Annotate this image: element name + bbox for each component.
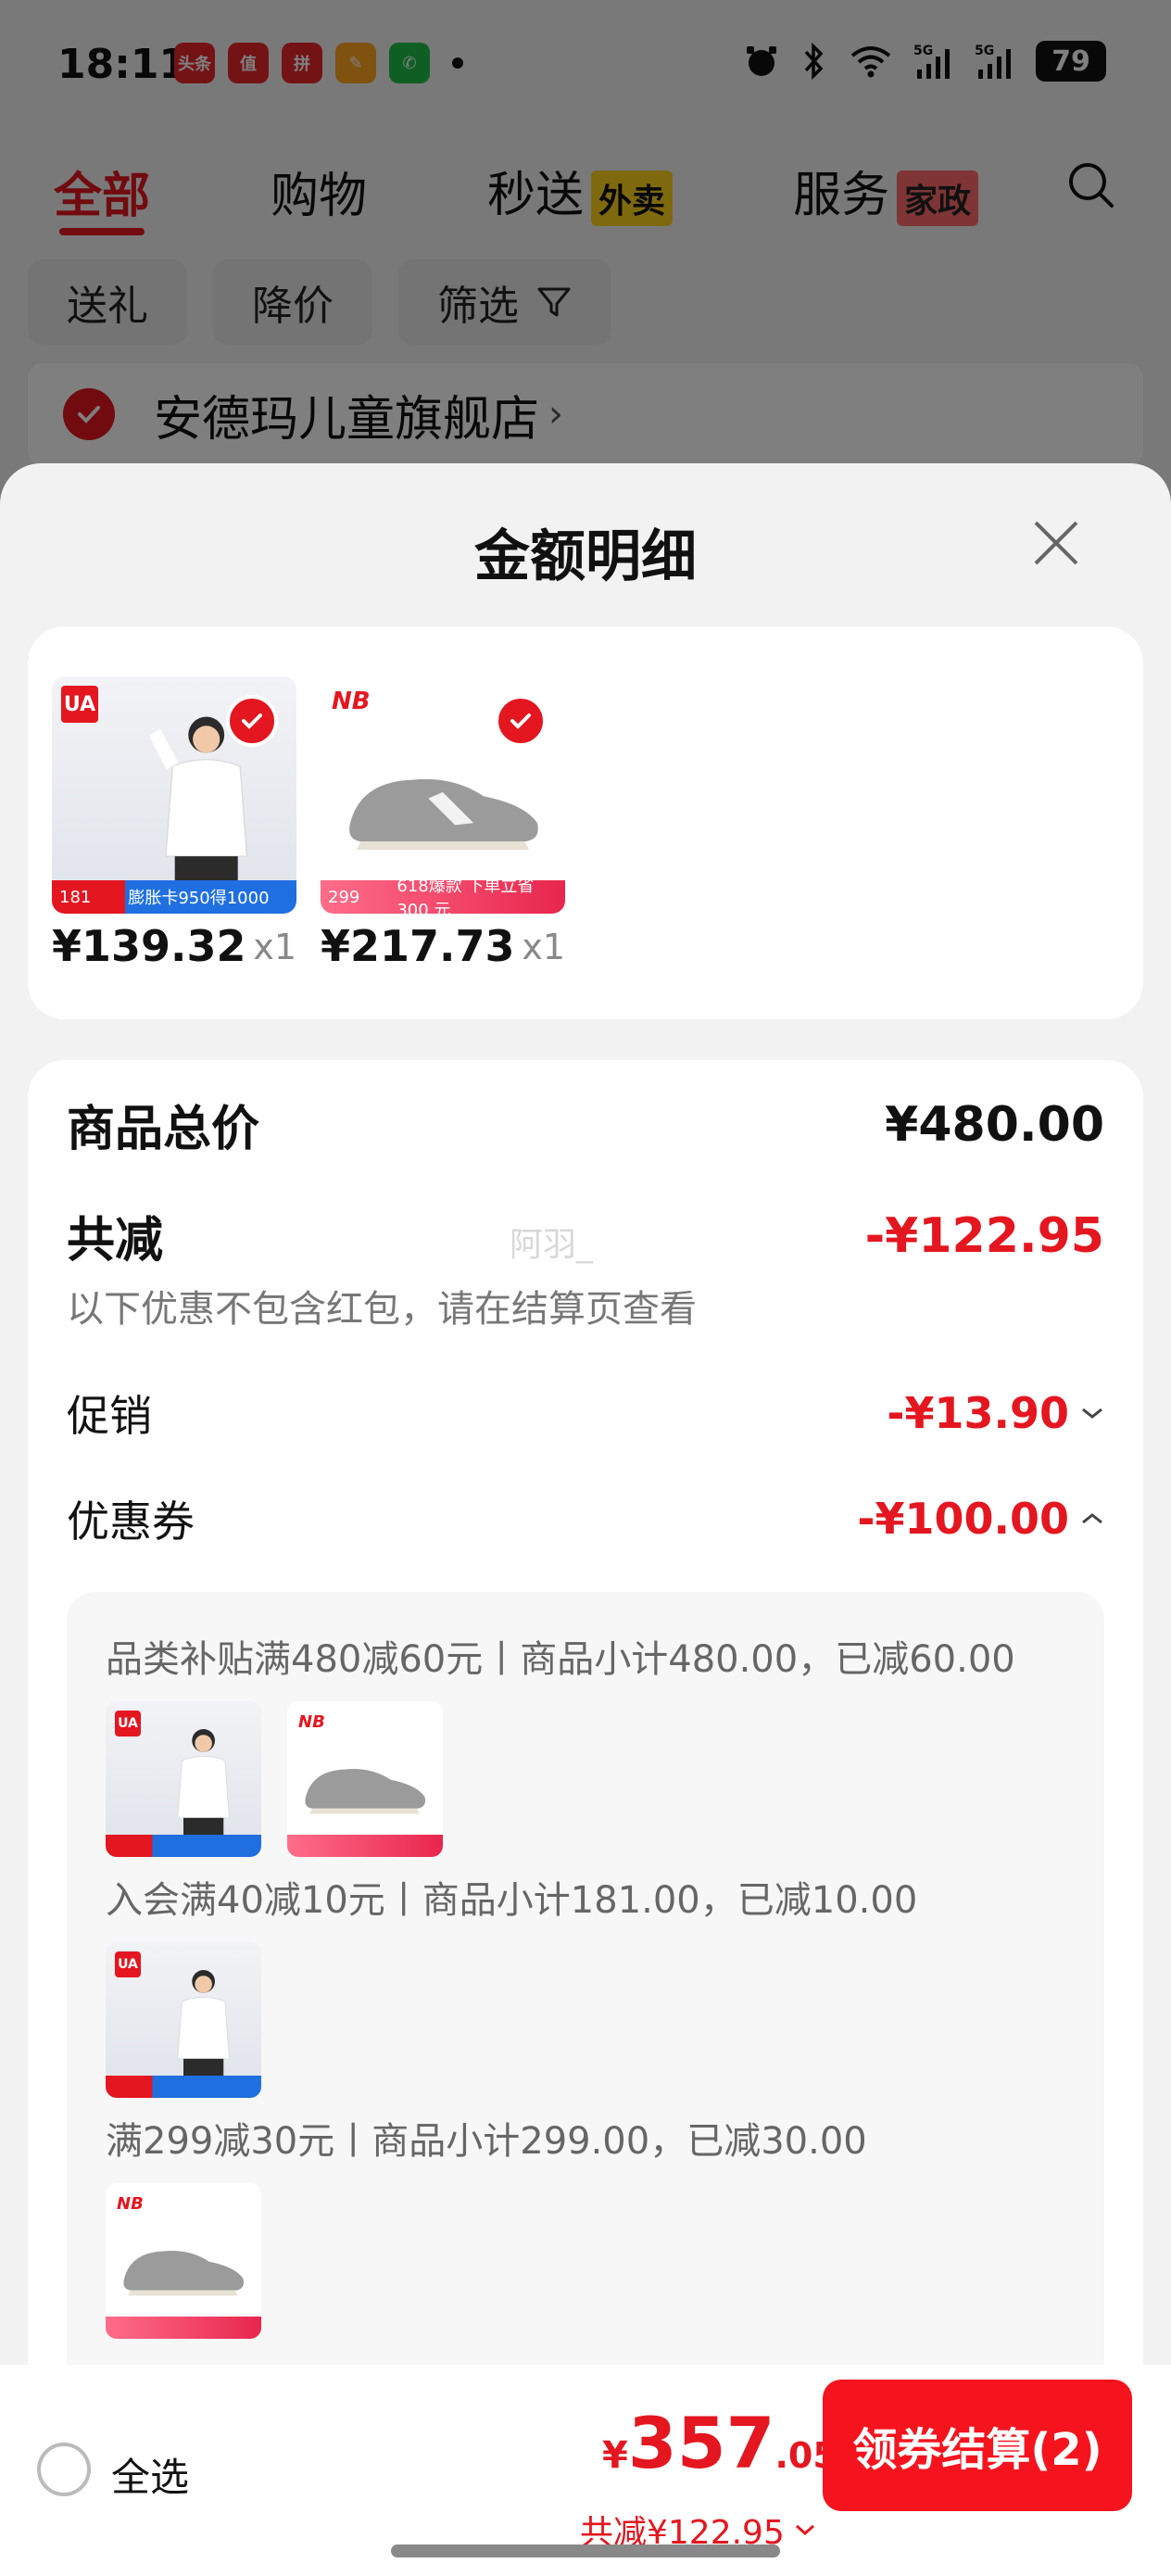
total-yen: ¥ [602, 2434, 628, 2477]
promo-value-wrap: -¥13.90 [887, 1388, 1104, 1438]
coupon-thumb-ua: UA [106, 1701, 261, 1857]
total-price-row: 商品总价 ¥480.00 [67, 1090, 1104, 1159]
reduce-value: -¥122.95 [864, 1207, 1104, 1264]
ua-promo-strip: 181 膨胀卡950得1000 [52, 880, 296, 914]
ua-strip-price: 181 [59, 887, 92, 907]
promo-row[interactable]: 促销 -¥13.90 [67, 1383, 1104, 1444]
product-check-icon[interactable] [495, 695, 547, 747]
chevron-up-icon [1082, 1513, 1102, 1524]
ua-logo-icon: UA [61, 686, 98, 723]
promo-label: 促销 [67, 1391, 152, 1441]
sneaker-illustration [349, 778, 538, 850]
nb-strip-promo: 618爆款 下单立省 300 元 [397, 877, 535, 914]
coupon-thumb-nb: NB [106, 2183, 261, 2339]
coupon-thumb-nb: NB [287, 1701, 443, 1857]
chevron-down-icon [1082, 1408, 1102, 1419]
close-icon[interactable] [1028, 515, 1084, 571]
coupon-thumb-ua: UA [106, 1942, 261, 2098]
coupon-row[interactable]: 优惠券 -¥100.00 [67, 1488, 1104, 1549]
coupon-value-wrap: -¥100.00 [857, 1494, 1104, 1544]
reduce-label: 共减 [67, 1213, 164, 1269]
checkout-button[interactable]: 领券结算(2) [823, 2380, 1132, 2511]
product-qty: x1 [522, 927, 565, 967]
nb-logo-icon: NB [117, 2194, 144, 2214]
product-item-ua[interactable]: UA 181 膨胀卡950得1000 ¥139.32 x1 [52, 676, 296, 971]
promo-value: -¥13.90 [887, 1388, 1069, 1438]
total-price-label: 商品总价 [67, 1102, 260, 1157]
coupon-detail-line: 入会满40减10元丨商品小计181.00，已减10.00 [106, 1879, 918, 1922]
total-int: 357 [627, 2402, 775, 2484]
product-price: ¥139.32 [52, 921, 246, 971]
price-detail-card: 商品总价 ¥480.00 阿羽_ 共减 -¥122.95 以下优惠不包含红包，请… [28, 1060, 1143, 2576]
coupon-value: -¥100.00 [857, 1494, 1069, 1544]
product-qty: x1 [253, 927, 296, 967]
home-indicator[interactable] [391, 2544, 780, 2557]
checkout-bar: 全选 ¥357.05 共减¥122.95 领券结算(2) [0, 2365, 1171, 2576]
total-price-value: ¥480.00 [885, 1096, 1104, 1153]
coupon-detail-line: 品类补贴满480减60元丨商品小计480.00，已减60.00 [106, 1638, 1015, 1681]
select-all-label[interactable]: 全选 [111, 2446, 189, 2503]
amount-detail-sheet: 金额明细 UA 181 膨胀卡950得1000 ¥139.32 x1 NB 299… [0, 463, 1171, 2576]
reduce-note: 以下优惠不包含红包，请在结算页查看 [67, 1288, 697, 1331]
nb-promo-strip: 299 618爆款 下单立省 300 元 [321, 877, 565, 914]
coupon-detail-line: 满299减30元丨商品小计299.00，已减30.00 [106, 2120, 867, 2163]
product-image-ua: UA 181 膨胀卡950得1000 [52, 676, 296, 914]
nb-logo-icon: NB [332, 688, 371, 715]
sheet-title: 金额明细 [474, 524, 697, 589]
reduce-row: 共减 -¥122.95 [67, 1201, 1104, 1270]
ua-logo-icon: UA [115, 1711, 141, 1736]
coupon-label: 优惠券 [67, 1496, 195, 1547]
nb-strip-price: 299 [328, 887, 360, 907]
product-check-icon[interactable] [226, 695, 278, 747]
total-payable: ¥357.05 [602, 2402, 837, 2484]
chevron-down-icon [795, 2524, 814, 2536]
product-price: ¥217.73 [321, 921, 515, 971]
ua-logo-icon: UA [115, 1951, 141, 1977]
nb-logo-icon: NB [298, 1712, 325, 1732]
product-item-nb[interactable]: NB 299 618爆款 下单立省 300 元 ¥217.73 x1 [321, 676, 565, 971]
selected-products-card: UA 181 膨胀卡950得1000 ¥139.32 x1 NB 299 618爆款… [28, 626, 1143, 1019]
ua-strip-promo: 膨胀卡950得1000 [128, 889, 270, 909]
select-all-checkbox[interactable] [37, 2443, 91, 2496]
product-image-nb: NB 299 618爆款 下单立省 300 元 [321, 676, 565, 914]
